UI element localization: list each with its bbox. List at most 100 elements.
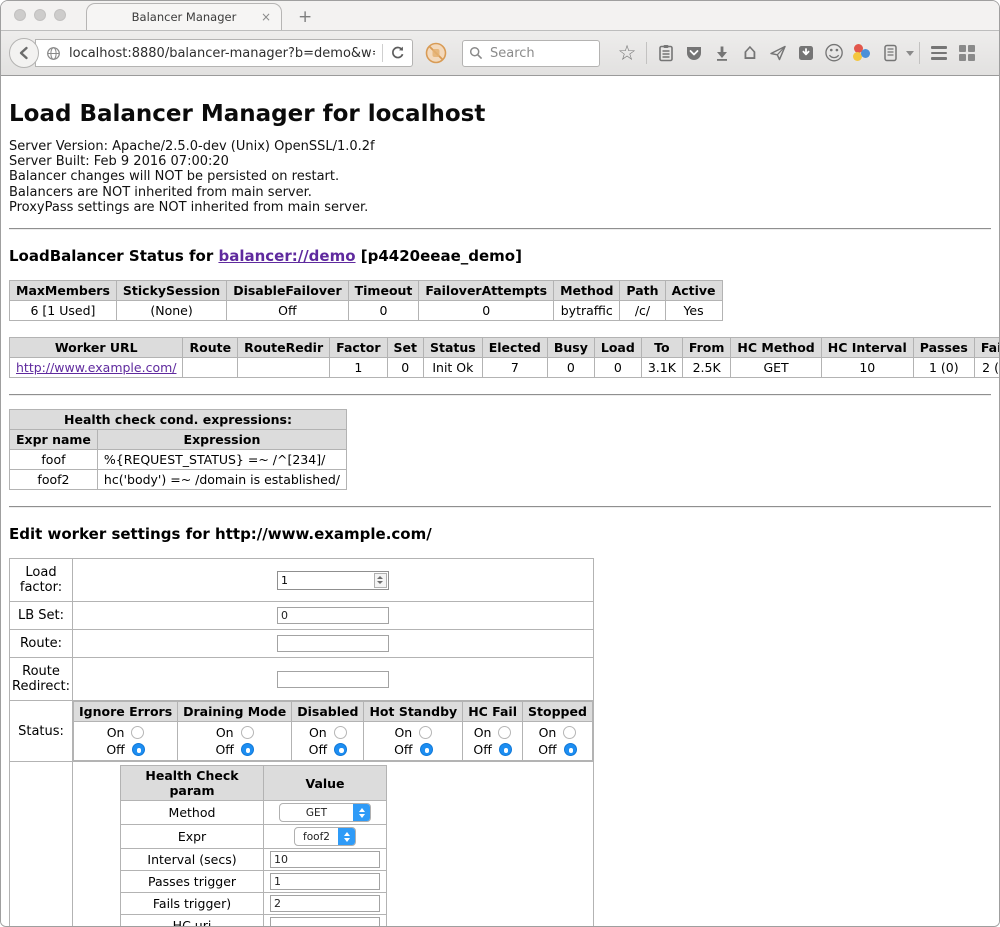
fails-label: Fails trigger): [121, 893, 264, 915]
col-path: Path: [620, 281, 665, 301]
load-factor-input[interactable]: [278, 574, 374, 587]
radio-label-off: Off: [538, 742, 556, 757]
route-input[interactable]: [277, 635, 389, 652]
tab-groups-grid-icon[interactable]: [953, 39, 981, 67]
hcparam-header-row: Health Check param Value: [121, 766, 387, 801]
content-block-icon[interactable]: [422, 39, 450, 67]
search-box[interactable]: [462, 40, 600, 67]
select-arrows-icon: [353, 803, 370, 822]
radio-disabled-off[interactable]: [334, 743, 347, 756]
url-bar[interactable]: localhost:8880/balancer-manager?b=demo&w…: [35, 39, 413, 67]
radio-hot-standby-on[interactable]: [419, 726, 432, 739]
fails-input[interactable]: [270, 895, 380, 912]
radio-stopped-on[interactable]: [563, 726, 576, 739]
send-icon[interactable]: [764, 39, 792, 67]
pocket-icon[interactable]: [680, 39, 708, 67]
load-factor-field[interactable]: [277, 571, 389, 590]
url-text[interactable]: localhost:8880/balancer-manager?b=demo&w…: [69, 46, 375, 61]
expr-label: Expr: [121, 825, 264, 849]
cell-hc-method: GET: [731, 358, 821, 378]
method-select[interactable]: GET: [279, 803, 371, 822]
tab-close-icon[interactable]: ×: [261, 10, 271, 24]
reload-icon[interactable]: [390, 45, 406, 61]
tab-balancer-manager[interactable]: Balancer Manager ×: [86, 3, 282, 30]
bookmark-star-icon[interactable]: ☆: [613, 39, 641, 67]
radio-draining-mode-off[interactable]: [241, 743, 254, 756]
select-arrows-icon: [338, 827, 355, 846]
health-check-expressions-table: Health check cond. expressions: Expr nam…: [9, 409, 347, 490]
browser-window: Balancer Manager × + localhost:8880/bala…: [0, 0, 1000, 927]
cell-stickysession: (None): [116, 301, 226, 321]
cell-active: Yes: [665, 301, 722, 321]
col-method: Method: [554, 281, 620, 301]
radio-label-on: On: [107, 725, 125, 740]
status-header-row: Ignore Errors Draining Mode Disabled Hot…: [74, 702, 593, 722]
window-controls[interactable]: [1, 0, 78, 30]
lb-set-label: LB Set:: [10, 602, 73, 630]
search-input[interactable]: [488, 45, 588, 62]
lb-set-input[interactable]: [277, 607, 389, 624]
route-label: Route:: [10, 630, 73, 658]
radio-label-on: On: [474, 725, 492, 740]
radio-ignore-errors-on[interactable]: [131, 726, 144, 739]
radio-hot-standby-off[interactable]: [420, 743, 433, 756]
radio-stopped-off[interactable]: [564, 743, 577, 756]
server-version-line: Server Version: Apache/2.5.0-dev (Unix) …: [9, 139, 991, 154]
col-expression: Expression: [97, 430, 346, 450]
health-check-label-cell: [10, 762, 73, 926]
expr-select[interactable]: foof2: [294, 827, 356, 846]
col-status: Status: [424, 338, 483, 358]
col-hc-method: HC Method: [731, 338, 821, 358]
tab-title: Balancer Manager: [132, 10, 237, 24]
radio-hc-fail-off[interactable]: [499, 743, 512, 756]
interval-input[interactable]: [270, 851, 380, 868]
table-row: foof %{REQUEST_STATUS} =~ /^[234]/: [10, 450, 347, 470]
radio-ignore-errors-off[interactable]: [132, 743, 145, 756]
chevron-down-icon[interactable]: [906, 51, 914, 56]
radio-disabled-on[interactable]: [334, 726, 347, 739]
heading-prefix: LoadBalancer Status for: [9, 247, 218, 265]
cell-expr-name: foof2: [10, 470, 98, 490]
col-failoverattempts: FailoverAttempts: [419, 281, 554, 301]
new-tab-button[interactable]: +: [298, 7, 312, 27]
reading-list-icon[interactable]: [652, 39, 680, 67]
passes-input[interactable]: [270, 873, 380, 890]
col-expr-name: Expr name: [10, 430, 98, 450]
extension-download-icon[interactable]: [792, 39, 820, 67]
worker-url-link[interactable]: http://www.example.com/: [16, 360, 176, 375]
interval-label: Interval (secs): [121, 849, 264, 871]
balancer-demo-link[interactable]: balancer://demo: [218, 247, 355, 265]
load-factor-label: Load factor:: [10, 559, 73, 602]
cell-load: 0: [594, 358, 641, 378]
number-stepper-icon[interactable]: [374, 573, 387, 588]
colored-dots-extension-icon[interactable]: [848, 39, 876, 67]
hcparam-row-fails: Fails trigger): [121, 893, 387, 915]
tab-bar: Balancer Manager × +: [1, 1, 999, 31]
cell-maxmembers: 6 [1 Used]: [10, 301, 117, 321]
archive-extension-icon[interactable]: [876, 39, 904, 67]
col-ignore-errors: Ignore Errors: [74, 702, 178, 722]
window-zoom-button[interactable]: [54, 9, 66, 21]
back-button[interactable]: [9, 38, 39, 68]
route-redirect-input[interactable]: [277, 671, 389, 688]
radio-label-on: On: [394, 725, 412, 740]
col-factor: Factor: [330, 338, 387, 358]
hc-uri-input[interactable]: [270, 917, 380, 926]
window-close-button[interactable]: [14, 9, 26, 21]
status-table: Ignore Errors Draining Mode Disabled Hot…: [73, 701, 593, 761]
cell-disablefailover: Off: [227, 301, 348, 321]
radio-hc-fail-on[interactable]: [498, 726, 511, 739]
status-label: Status:: [10, 701, 73, 762]
divider: [9, 506, 991, 508]
radio-draining-mode-on[interactable]: [241, 726, 254, 739]
download-icon[interactable]: [708, 39, 736, 67]
window-minimize-button[interactable]: [34, 9, 46, 21]
cell-route: [183, 358, 238, 378]
radio-label-off: Off: [309, 742, 327, 757]
cell-to: 3.1K: [641, 358, 682, 378]
home-icon[interactable]: ⌂: [736, 39, 764, 67]
worker-row: http://www.example.com/ 1 0 Init Ok 7 0 …: [10, 358, 1000, 378]
menu-hamburger-icon[interactable]: [925, 39, 953, 67]
col-stopped: Stopped: [523, 702, 593, 722]
chat-smiley-icon[interactable]: ☺: [820, 39, 848, 67]
